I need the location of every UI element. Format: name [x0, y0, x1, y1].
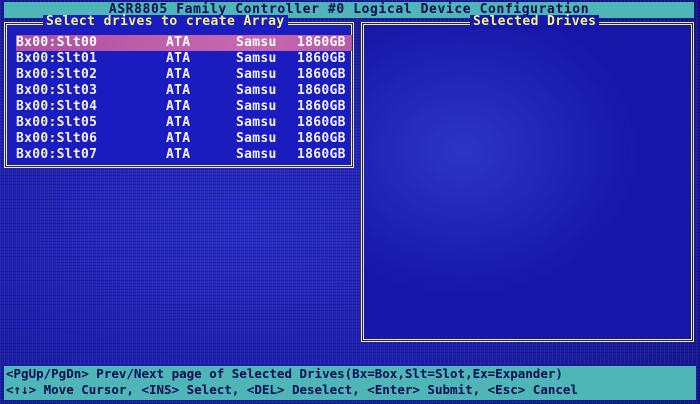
- drive-type: ATA: [166, 67, 191, 82]
- drive-size: 1860GB: [297, 131, 346, 146]
- drive-size: 1860GB: [297, 35, 346, 50]
- drive-id: Bx00:Slt02: [16, 67, 98, 82]
- drive-vendor: Samsu: [236, 115, 277, 130]
- drive-size: 1860GB: [297, 67, 346, 82]
- drive-id: Bx00:Slt05: [16, 115, 98, 130]
- drive-size: 1860GB: [297, 99, 346, 114]
- drive-size: 1860GB: [297, 83, 346, 98]
- drive-row[interactable]: Bx00:Slt07 ATA Samsu 1860GB: [16, 147, 352, 163]
- drive-type: ATA: [166, 115, 191, 130]
- drive-type: ATA: [166, 35, 191, 50]
- drive-id: Bx00:Slt06: [16, 131, 98, 146]
- drive-selection-panel: Select drives to create Array Bx00:Slt00…: [4, 15, 354, 168]
- drive-id: Bx00:Slt01: [16, 51, 98, 66]
- drive-type: ATA: [166, 147, 191, 162]
- drive-type: ATA: [166, 99, 191, 114]
- drive-list: Bx00:Slt00 ATA Samsu 1860GB Bx00:Slt01 ATA Sam…: [16, 35, 352, 163]
- drive-vendor: Samsu: [236, 67, 277, 82]
- drive-row[interactable]: Bx00:Slt02 ATA Samsu 1860GB: [16, 67, 352, 83]
- bios-screen: ASR8805 Family Controller #0 Logical Dev…: [0, 0, 700, 404]
- drive-type: ATA: [166, 51, 191, 66]
- drive-row[interactable]: Bx00:Slt06 ATA Samsu 1860GB: [16, 131, 352, 147]
- help-line-navigation: <PgUp/PgDn> Prev/Next page of Selected D…: [6, 366, 563, 381]
- drive-vendor: Samsu: [236, 35, 277, 50]
- help-bar: <PgUp/PgDn> Prev/Next page of Selected D…: [4, 366, 696, 400]
- drive-row[interactable]: Bx00:Slt01 ATA Samsu 1860GB: [16, 51, 352, 67]
- selected-drives-panel: Selected Drives: [361, 15, 694, 342]
- drive-id: Bx00:Slt07: [16, 147, 98, 162]
- drive-size: 1860GB: [297, 115, 346, 130]
- drive-vendor: Samsu: [236, 147, 277, 162]
- drive-id: Bx00:Slt00: [16, 35, 98, 50]
- drive-size: 1860GB: [297, 147, 346, 162]
- help-line-actions: <↑↓> Move Cursor, <INS> Select, <DEL> De…: [6, 382, 578, 397]
- drive-row[interactable]: Bx00:Slt03 ATA Samsu 1860GB: [16, 83, 352, 99]
- drive-vendor: Samsu: [236, 99, 277, 114]
- drive-row[interactable]: Bx00:Slt00 ATA Samsu 1860GB: [16, 35, 352, 51]
- drive-vendor: Samsu: [236, 131, 277, 146]
- drive-panel-title: Select drives to create Array: [43, 15, 288, 29]
- drive-type: ATA: [166, 83, 191, 98]
- drive-row[interactable]: Bx00:Slt05 ATA Samsu 1860GB: [16, 115, 352, 131]
- drive-id: Bx00:Slt04: [16, 99, 98, 114]
- drive-vendor: Samsu: [236, 51, 277, 66]
- drive-vendor: Samsu: [236, 83, 277, 98]
- drive-type: ATA: [166, 131, 191, 146]
- drive-row[interactable]: Bx00:Slt04 ATA Samsu 1860GB: [16, 99, 352, 115]
- drive-size: 1860GB: [297, 51, 346, 66]
- drive-id: Bx00:Slt03: [16, 83, 98, 98]
- selected-panel-title: Selected Drives: [470, 15, 600, 29]
